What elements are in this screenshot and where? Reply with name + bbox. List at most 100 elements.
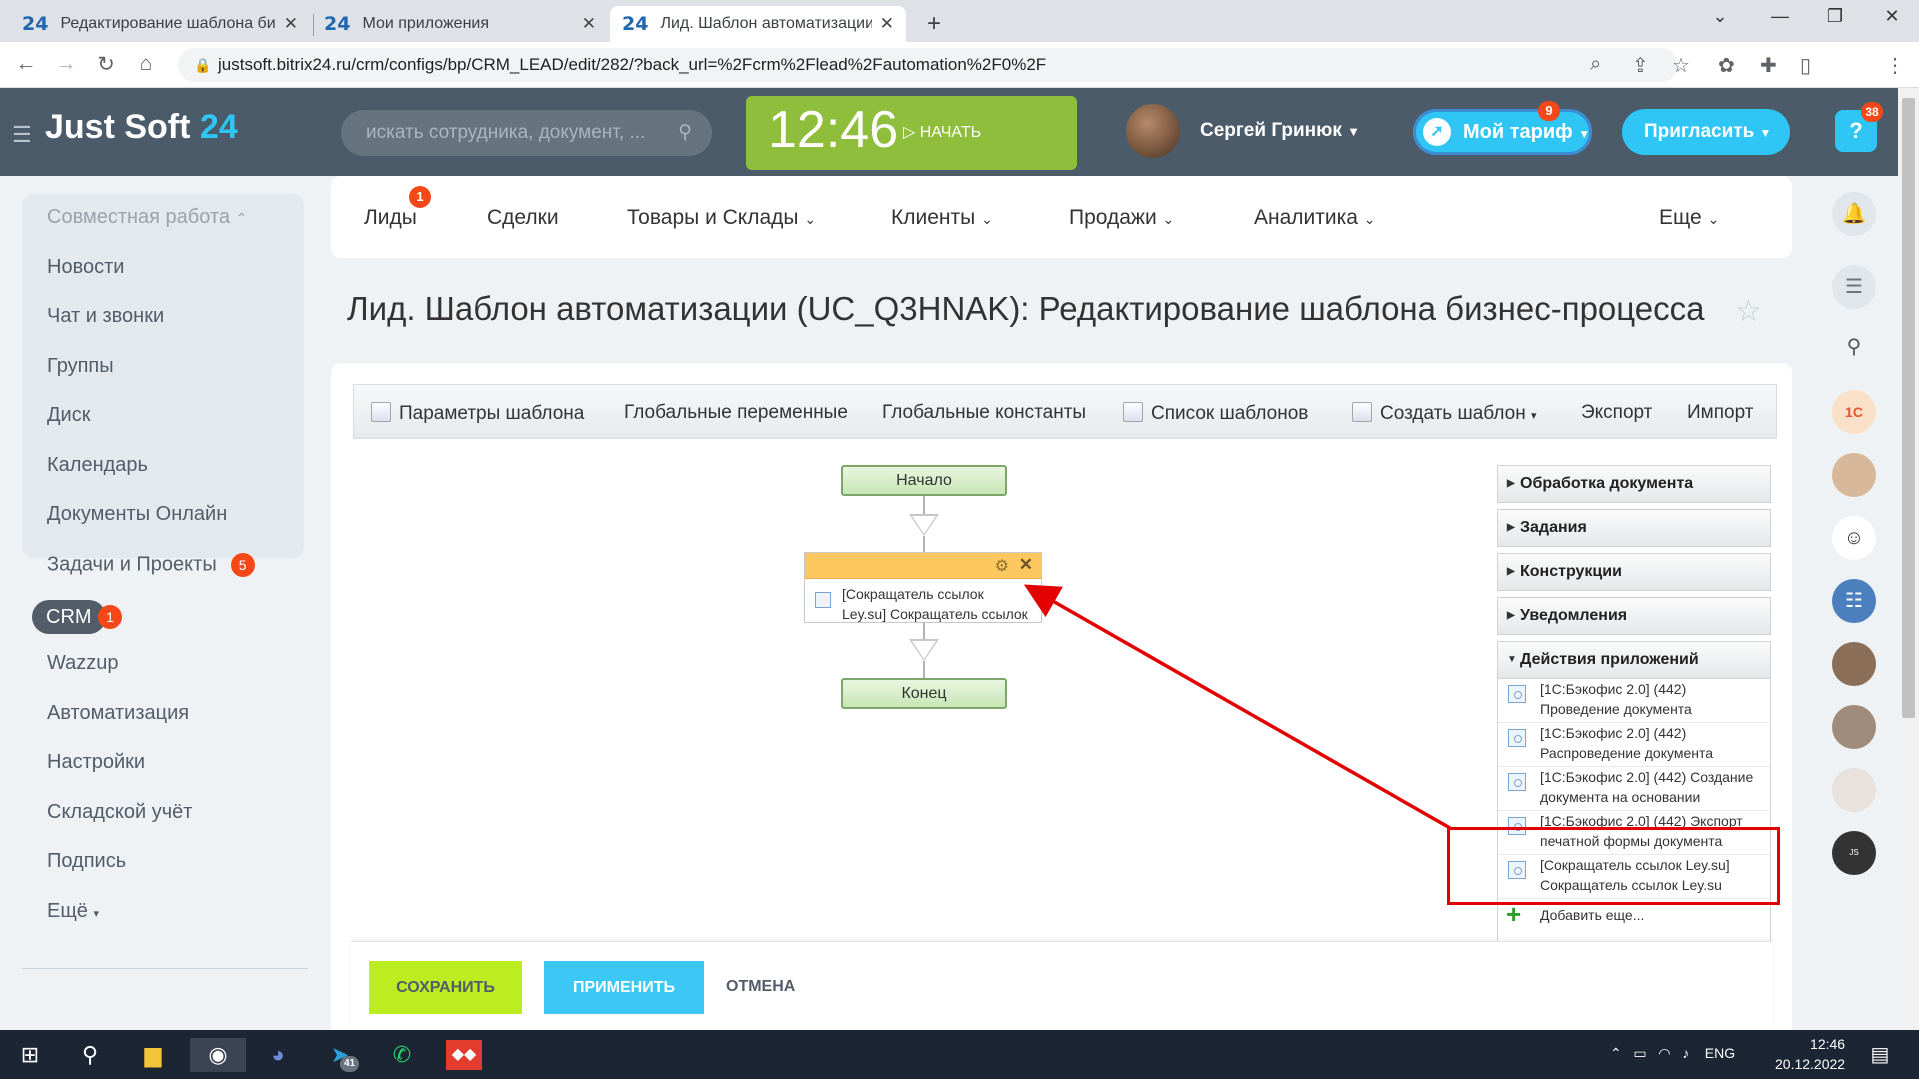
whatsapp-icon[interactable]: ✆: [384, 1038, 420, 1072]
menu-item-automation[interactable]: Автоматизация: [47, 702, 189, 725]
extension-icon[interactable]: ✿: [1718, 53, 1735, 78]
menu-item-settings[interactable]: Настройки: [47, 751, 145, 774]
scrollbar-thumb[interactable]: [1902, 98, 1915, 718]
chrome-icon[interactable]: ◉: [190, 1038, 246, 1072]
palette-item[interactable]: [1С:Бэкофис 2.0] (442) Создание документа…: [1540, 767, 1753, 807]
save-button[interactable]: СОХРАНИТЬ: [369, 961, 522, 1014]
maximize-icon[interactable]: ❐: [1815, 6, 1855, 27]
tab-clients[interactable]: Клиенты ⌄: [891, 206, 993, 230]
export-button[interactable]: Экспорт: [1581, 402, 1652, 424]
tab-more[interactable]: Еще ⌄: [1659, 206, 1719, 230]
gear-icon[interactable]: ⚙: [995, 556, 1009, 576]
menu-item-crm[interactable]: CRM: [32, 600, 106, 634]
justsoft-avatar[interactable]: JS: [1832, 831, 1876, 875]
palette-group-constructions[interactable]: ▶ Конструкции: [1497, 553, 1771, 591]
anydesk-icon[interactable]: ◆◆: [446, 1040, 482, 1070]
tab-products[interactable]: Товары и Склады ⌄: [627, 206, 816, 230]
palette-item[interactable]: [1С:Бэкофис 2.0] (442) Проведение докумен…: [1540, 679, 1692, 719]
help-button[interactable]: ? 38: [1835, 102, 1883, 152]
palette-group-app-actions[interactable]: ▼ Действия приложений: [1497, 641, 1771, 679]
menu-item-chat[interactable]: Чат и звонки: [47, 305, 164, 328]
zoom-icon[interactable]: ⌕: [1590, 53, 1601, 76]
close-tab-icon[interactable]: ✕: [880, 14, 894, 34]
language-indicator[interactable]: ENG: [1705, 1045, 1735, 1061]
forward-icon[interactable]: →: [52, 52, 80, 76]
share-icon[interactable]: ⇪: [1632, 53, 1649, 78]
contact-avatar[interactable]: [1832, 768, 1876, 812]
menu-group-title[interactable]: Совместная работа ⌃: [47, 206, 247, 229]
discord-icon[interactable]: ◕: [260, 1038, 296, 1072]
add-more-link[interactable]: + Добавить еще...: [1506, 899, 1644, 929]
address-bar[interactable]: 🔒 justsoft.bitrix24.ru/crm/configs/bp/CR…: [178, 48, 1678, 82]
menu-item-signature[interactable]: Подпись: [47, 850, 126, 873]
menu-item-more[interactable]: Ещё ▾: [47, 900, 99, 923]
close-icon[interactable]: ✕: [1019, 555, 1033, 575]
start-node[interactable]: Начало: [841, 465, 1007, 496]
close-tab-icon[interactable]: ✕: [284, 14, 298, 34]
group-chat-icon[interactable]: ☷: [1832, 579, 1876, 623]
tab-deals[interactable]: Сделки: [487, 206, 559, 230]
cancel-button[interactable]: ОТМЕНА: [726, 978, 795, 996]
close-tab-icon[interactable]: ✕: [582, 14, 596, 34]
favorite-star-icon[interactable]: ☆: [1735, 294, 1762, 329]
volume-icon[interactable]: ♪: [1682, 1045, 1689, 1061]
battery-icon[interactable]: ▭: [1633, 1045, 1646, 1061]
palette-group-document[interactable]: ▶ Обработка документа: [1497, 465, 1771, 503]
tab-list-icon[interactable]: ⌄: [1700, 6, 1740, 27]
palette-group-tasks[interactable]: ▶ Задания: [1497, 509, 1771, 547]
close-window-icon[interactable]: ✕: [1872, 6, 1912, 27]
file-explorer-icon[interactable]: ▆: [135, 1038, 171, 1072]
tab-analytics[interactable]: Аналитика ⌄: [1254, 206, 1376, 230]
page-scrollbar[interactable]: [1898, 88, 1919, 1030]
home-icon[interactable]: ⌂: [132, 52, 160, 76]
menu-item-groups[interactable]: Группы: [47, 355, 114, 378]
invite-button[interactable]: Пригласить ▼: [1622, 109, 1790, 155]
menu-item-docs-online[interactable]: Документы Онлайн: [47, 503, 227, 526]
chat-icon[interactable]: ☰: [1832, 265, 1876, 309]
palette-item[interactable]: [1С:Бэкофис 2.0] (442) Распроведение доку…: [1540, 723, 1713, 763]
user-avatar[interactable]: [1126, 104, 1180, 158]
wifi-icon[interactable]: ◠: [1658, 1045, 1670, 1061]
logo[interactable]: Just Soft 24: [45, 108, 238, 147]
clock[interactable]: 12:46 20.12.2022: [1775, 1034, 1845, 1074]
windows-start-icon[interactable]: ⊞: [12, 1038, 48, 1072]
activity-block[interactable]: ⚙ ✕ [Сокращатель ссылок Ley.su] Сокращате…: [804, 552, 1042, 623]
1c-app-icon[interactable]: 1С: [1832, 390, 1876, 434]
menu-item-calendar[interactable]: Календарь: [47, 454, 148, 477]
apply-button[interactable]: ПРИМЕНИТЬ: [544, 961, 704, 1014]
browser-tab-1[interactable]: 24 Редактирование шаблона бизн ✕: [10, 6, 310, 42]
new-tab-button[interactable]: +: [915, 6, 955, 42]
tab-leads[interactable]: Лиды: [364, 206, 417, 230]
user-menu[interactable]: Сергей Гринюк ▼: [1200, 120, 1360, 142]
palette-group-notifications[interactable]: ▶ Уведомления: [1497, 597, 1771, 635]
menu-item-disk[interactable]: Диск: [47, 404, 90, 427]
contact-avatar[interactable]: [1832, 705, 1876, 749]
minimize-icon[interactable]: —: [1760, 6, 1800, 27]
create-template-button[interactable]: Создать шаблон ▾: [1352, 402, 1537, 425]
template-params-button[interactable]: Параметры шаблона: [371, 402, 584, 425]
end-node[interactable]: Конец: [841, 678, 1007, 709]
cat-avatar-icon[interactable]: ☺: [1832, 516, 1876, 560]
worktime-widget[interactable]: 12:46 ▷ НАЧАТЬ: [746, 96, 1077, 170]
contact-avatar[interactable]: [1832, 453, 1876, 497]
menu-dots-icon[interactable]: ⋮: [1885, 53, 1905, 78]
chevron-up-icon[interactable]: ⌃: [1610, 1045, 1622, 1061]
puzzle-icon[interactable]: ✚: [1760, 53, 1777, 78]
bookmark-star-icon[interactable]: ☆: [1672, 53, 1690, 78]
contact-avatar[interactable]: [1832, 642, 1876, 686]
reload-icon[interactable]: ↻: [92, 52, 120, 77]
search-icon[interactable]: ⚲: [1832, 325, 1876, 369]
notifications-icon[interactable]: ▤: [1862, 1038, 1898, 1072]
browser-tab-3-active[interactable]: 24 Лид. Шаблон автоматизации (U ✕: [610, 6, 906, 42]
start-workday-button[interactable]: ▷ НАЧАТЬ: [903, 122, 981, 142]
global-variables-button[interactable]: Глобальные переменные: [624, 402, 848, 424]
menu-item-warehouse[interactable]: Складской учёт: [47, 801, 192, 824]
menu-item-tasks[interactable]: Задачи и Проекты 5: [47, 553, 255, 577]
global-constants-button[interactable]: Глобальные константы: [882, 402, 1086, 424]
back-icon[interactable]: ←: [12, 52, 40, 76]
search-icon[interactable]: ⚲: [72, 1038, 108, 1072]
menu-item-wazzup[interactable]: Wazzup: [47, 652, 119, 675]
hamburger-icon[interactable]: ☰: [12, 122, 32, 148]
menu-item-news[interactable]: Новости: [47, 256, 124, 279]
browser-tab-2[interactable]: 24 Мои приложения ✕: [312, 6, 608, 42]
